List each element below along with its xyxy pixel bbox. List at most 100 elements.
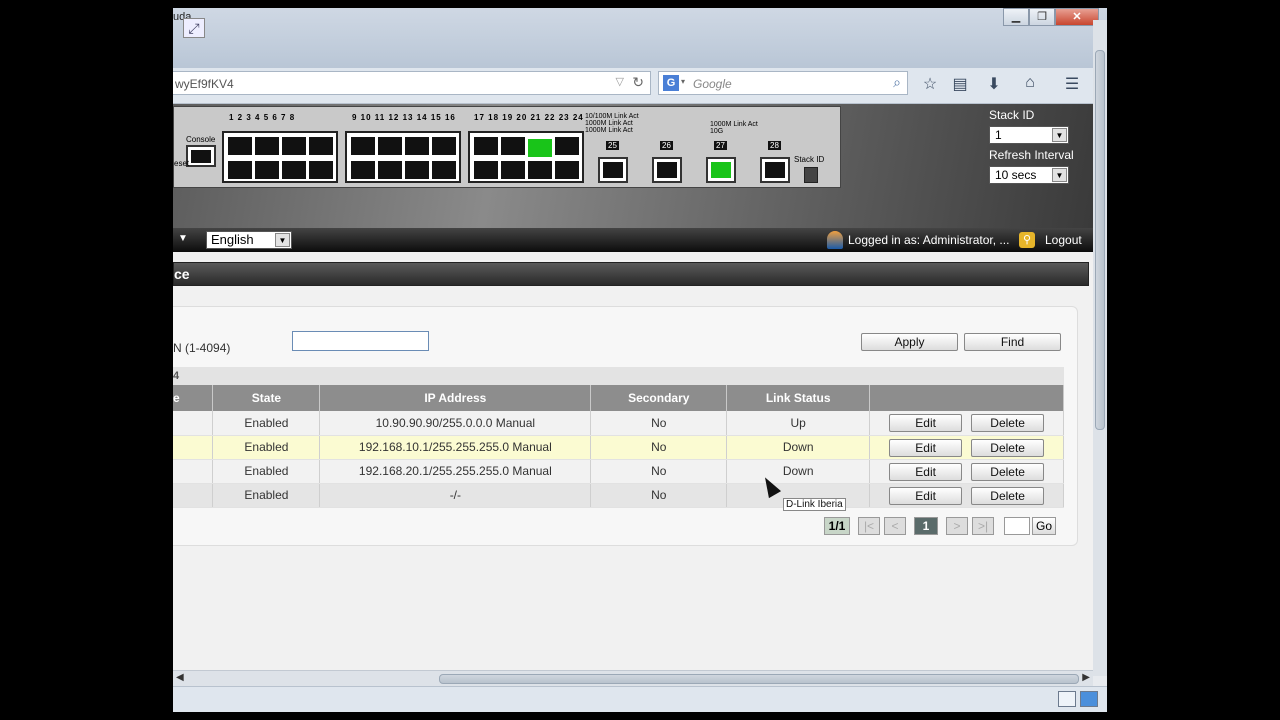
logout-link[interactable]: Logout	[1045, 233, 1082, 247]
status-bar	[173, 686, 1107, 712]
vertical-scrollbar[interactable]	[1093, 20, 1107, 676]
port-20[interactable]	[501, 161, 525, 179]
reload-icon[interactable]: ↻	[632, 74, 644, 91]
horizontal-scroll-thumb[interactable]	[439, 674, 1079, 684]
restore-button[interactable]: ❐	[1029, 8, 1055, 26]
main-content: ce N (1-4094) Apply Find 4 e State IP Ad…	[173, 252, 1093, 676]
edit-button[interactable]: Edit	[889, 486, 963, 505]
go-button[interactable]: Go	[1032, 517, 1056, 535]
fullscreen-icon[interactable]: ⤢	[183, 18, 205, 38]
horizontal-scrollbar[interactable]: ◀ ▶	[173, 670, 1093, 686]
table-row: Enabled 192.168.10.1/255.255.255.0 Manua…	[173, 435, 1064, 460]
device-banner: Console eset 1 2 3 4 5 6 7 8 9 10 11 12 …	[173, 104, 1093, 228]
side-controls: Stack ID 1 ▼ Refresh Interval 10 secs ▼	[989, 108, 1074, 184]
search-bar[interactable]: G ▾ Google ⌕	[658, 71, 908, 95]
port-22-active[interactable]	[528, 139, 552, 157]
vertical-scroll-thumb[interactable]	[1095, 50, 1105, 430]
find-button[interactable]: Find	[964, 333, 1061, 351]
engine-dropdown-icon[interactable]: ▾	[681, 77, 685, 86]
cell-ip: 192.168.10.1/255.255.255.0 Manual	[319, 435, 592, 460]
port-group-2	[345, 131, 461, 183]
port-16[interactable]	[432, 161, 456, 179]
cell-secondary: No	[590, 411, 728, 436]
port-10[interactable]	[351, 161, 375, 179]
delete-button[interactable]: Delete	[971, 414, 1045, 432]
port-1[interactable]	[228, 137, 252, 155]
table-row: Enabled 10.90.90.90/255.0.0.0 Manual No …	[173, 411, 1064, 436]
port-14[interactable]	[405, 161, 429, 179]
next-page-button[interactable]: >	[946, 517, 968, 535]
port-5[interactable]	[282, 137, 306, 155]
port-15[interactable]	[432, 137, 456, 155]
port-7[interactable]	[309, 137, 333, 155]
port-23[interactable]	[555, 137, 579, 155]
logged-in-text: Logged in as: Administrator, ...	[848, 233, 1010, 247]
cell-actions: Edit Delete	[869, 483, 1064, 508]
edit-button[interactable]: Edit	[889, 438, 963, 457]
stack-id-select[interactable]: 1 ▼	[989, 126, 1069, 144]
menu-caret-icon[interactable]: ▼	[178, 233, 188, 244]
browser-window: uda ⤢ ▁ ❐ ✕ wyEf9fKV4 ▽ ↻ G ▾ Google ⌕ ☆…	[173, 8, 1107, 712]
port-17[interactable]	[474, 137, 498, 155]
window-mode-icon[interactable]	[1058, 691, 1076, 707]
minimize-button[interactable]: ▁	[1003, 8, 1029, 26]
tooltip: D-Link Iberia	[783, 498, 846, 511]
bookmark-star-icon[interactable]: ☆	[918, 74, 942, 96]
edit-button[interactable]: Edit	[889, 414, 963, 432]
port-24[interactable]	[555, 161, 579, 179]
first-page-button[interactable]: |<	[858, 517, 880, 535]
ipif-form-panel: N (1-4094) Apply Find 4 e State IP Addre…	[173, 306, 1078, 546]
vlan-input[interactable]	[292, 331, 429, 351]
sfp-port-28[interactable]	[760, 157, 790, 183]
port-21[interactable]	[528, 161, 552, 179]
console-port[interactable]	[186, 145, 216, 167]
port-4[interactable]	[255, 161, 279, 179]
refresh-interval-select[interactable]: 10 secs ▼	[989, 166, 1069, 184]
port-3[interactable]	[255, 137, 279, 155]
port-12[interactable]	[378, 161, 402, 179]
sfp-port-26[interactable]	[652, 157, 682, 183]
apply-button[interactable]: Apply	[861, 333, 958, 351]
switch-front-panel: Console eset 1 2 3 4 5 6 7 8 9 10 11 12 …	[173, 106, 841, 188]
search-icon[interactable]: ⌕	[893, 74, 901, 91]
logout-icon[interactable]: ⚲	[1019, 232, 1035, 248]
url-bar[interactable]: wyEf9fKV4 ▽ ↻	[173, 71, 651, 95]
home-icon[interactable]: ⌂	[1018, 74, 1042, 96]
chevron-down-icon[interactable]: ▼	[275, 233, 290, 247]
scroll-right-icon[interactable]: ▶	[1082, 672, 1090, 683]
chevron-down-icon[interactable]: ▼	[1052, 128, 1067, 142]
sfp-port-27-active[interactable]	[706, 157, 736, 183]
prev-page-button[interactable]: <	[884, 517, 906, 535]
delete-button[interactable]: Delete	[971, 438, 1045, 457]
delete-button[interactable]: Delete	[971, 486, 1045, 505]
sfp-port-25[interactable]	[598, 157, 628, 183]
sfp-27-label: 27	[714, 141, 727, 150]
port-19[interactable]	[501, 137, 525, 155]
port-11[interactable]	[378, 137, 402, 155]
port-8[interactable]	[309, 161, 333, 179]
cell-state: Enabled	[212, 483, 321, 508]
edit-button[interactable]: Edit	[889, 462, 963, 481]
download-icon[interactable]: ⬇	[982, 74, 1006, 96]
chevron-down-icon[interactable]: ▼	[1052, 168, 1067, 182]
bookmarks-list-icon[interactable]: ▤	[948, 74, 972, 96]
port-9[interactable]	[351, 137, 375, 155]
col-header-name: e	[173, 385, 214, 411]
stack-id-indicator	[804, 167, 818, 183]
last-page-button[interactable]: >|	[972, 517, 994, 535]
url-dropdown-icon[interactable]: ▽	[616, 75, 624, 88]
menu-icon[interactable]: ☰	[1060, 74, 1084, 96]
col-header-link-status: Link Status	[726, 385, 871, 411]
port-2[interactable]	[228, 161, 252, 179]
current-page[interactable]: 1	[914, 517, 938, 535]
language-select[interactable]: English ▼	[206, 231, 292, 249]
delete-button[interactable]: Delete	[971, 462, 1045, 481]
port-6[interactable]	[282, 161, 306, 179]
scroll-left-icon[interactable]: ◀	[176, 672, 184, 683]
port-13[interactable]	[405, 137, 429, 155]
fullscreen-mode-icon[interactable]	[1080, 691, 1098, 707]
col-header-ip-address: IP Address	[319, 385, 592, 411]
port-18[interactable]	[474, 161, 498, 179]
page-number-input[interactable]	[1004, 517, 1030, 535]
google-icon[interactable]: G	[663, 75, 679, 91]
